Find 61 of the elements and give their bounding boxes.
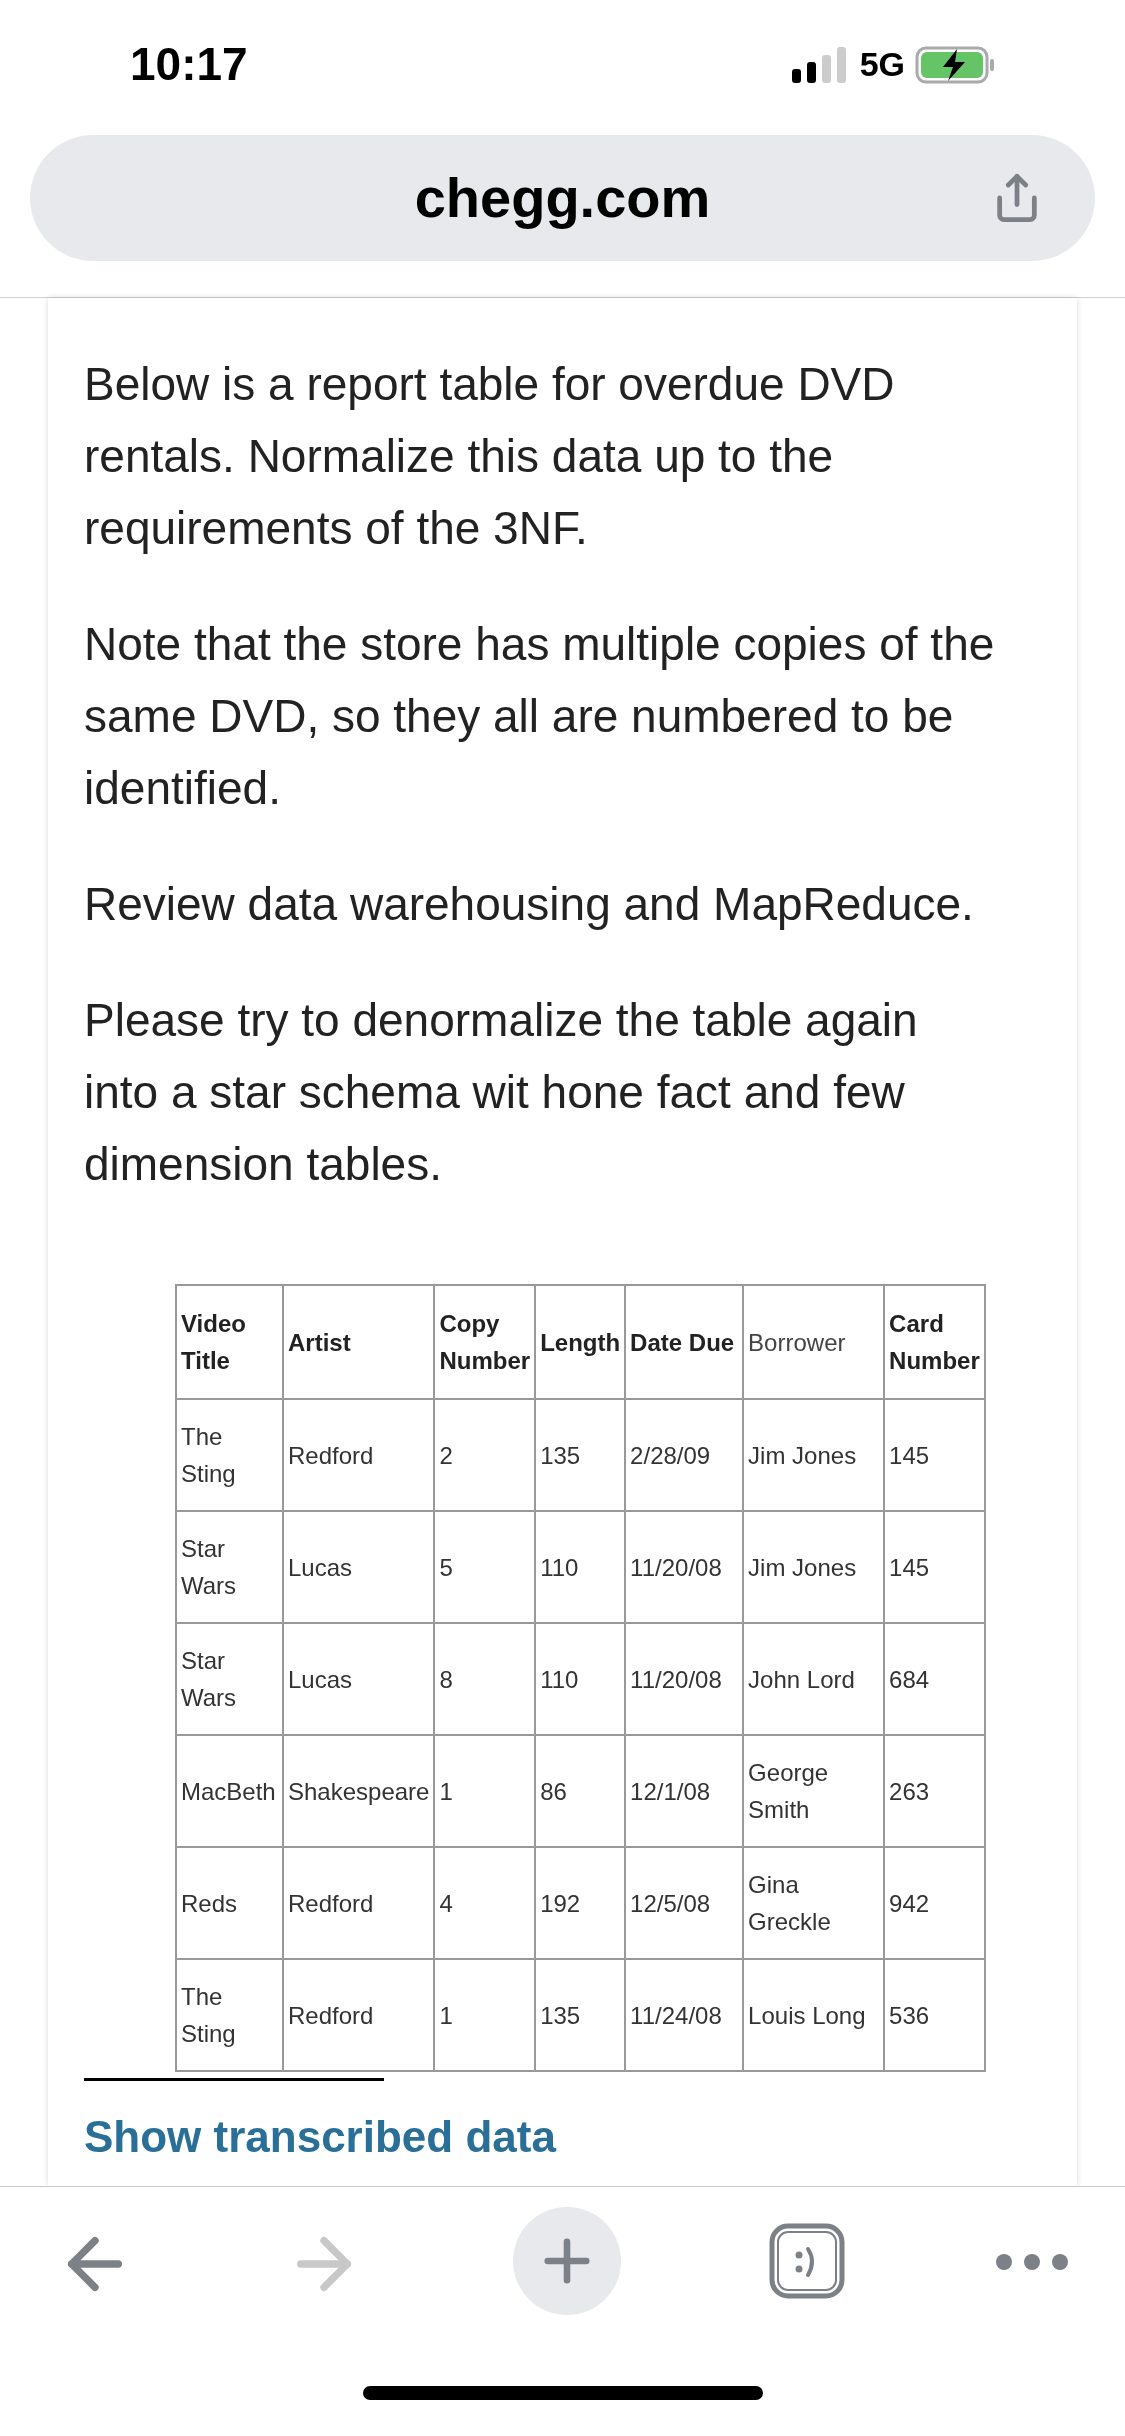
- table-cell: 684: [884, 1623, 985, 1735]
- table-cell: 942: [884, 1847, 985, 1959]
- column-header: Borrower: [743, 1285, 885, 1399]
- column-header: Date Due: [625, 1285, 744, 1399]
- question-paragraph: Below is a report table for overdue DVD rentals. Normalize this data up to the requirements of the 3NF.: [84, 357, 896, 556]
- table-cell: 135: [535, 1959, 626, 2071]
- column-header: Copy Number: [434, 1285, 536, 1399]
- question-paragraph: Please try to denormalize the table again into a star schema wit hone fact and few dimension tables.: [84, 993, 919, 1192]
- table-cell: 145: [884, 1399, 985, 1511]
- more-icon[interactable]: [994, 2252, 1070, 2272]
- table-cell: 4: [434, 1847, 536, 1959]
- table-cell: Redford: [283, 1959, 435, 2071]
- table-cell: Redford: [283, 1847, 435, 1959]
- table-cell: 110: [535, 1511, 626, 1623]
- table-cell: Star Wars: [176, 1623, 283, 1735]
- table-cell: The Sting: [176, 1399, 283, 1511]
- table-cell: 8: [434, 1623, 536, 1735]
- table-cell: John Lord: [743, 1623, 885, 1735]
- table-cell: Jim Jones: [743, 1511, 885, 1623]
- table-cell: 110: [535, 1623, 626, 1735]
- table-cell: Lucas: [283, 1623, 435, 1735]
- table-cell: 11/24/08: [625, 1959, 744, 2071]
- column-header: Length: [535, 1285, 626, 1399]
- question-paragraph: Note that the store has multiple copies of the same DVD, so they all are numbered to be identified.: [84, 617, 996, 816]
- table-cell: 11/20/08: [625, 1511, 744, 1623]
- table-cell: Gina Greckle: [743, 1847, 885, 1959]
- table-cell: Redford: [283, 1399, 435, 1511]
- table-cell: Lucas: [283, 1511, 435, 1623]
- table-cell: 86: [535, 1735, 626, 1847]
- address-bar[interactable]: chegg.com: [30, 135, 1095, 261]
- table-cell: 1: [434, 1735, 536, 1847]
- table-cell: MacBeth: [176, 1735, 283, 1847]
- table-cell: 145: [884, 1511, 985, 1623]
- network-label: 5G: [859, 44, 905, 85]
- show-transcribed-link[interactable]: Show transcribed data: [84, 2111, 556, 2163]
- table-cell: 2: [434, 1399, 536, 1511]
- column-header: Artist: [283, 1285, 435, 1399]
- table-cell: 192: [535, 1847, 626, 1959]
- table-cell: The Sting: [176, 1959, 283, 2071]
- clock-time: 10:17: [130, 37, 248, 92]
- column-header: Card Number: [884, 1285, 985, 1399]
- table-cell: 12/1/08: [625, 1735, 744, 1847]
- table-cell: 2/28/09: [625, 1399, 744, 1511]
- table-cell: Shakespeare: [283, 1735, 435, 1847]
- table-cell: 5: [434, 1511, 536, 1623]
- table-cell: Reds: [176, 1847, 283, 1959]
- battery-charging-icon: [915, 45, 995, 84]
- table-cell: 536: [884, 1959, 985, 2071]
- url-text: chegg.com: [414, 165, 711, 231]
- table-cell: Star Wars: [176, 1511, 283, 1623]
- column-header: Video Title: [176, 1285, 283, 1399]
- table-cell: 12/5/08: [625, 1847, 744, 1959]
- table-cell: 1: [434, 1959, 536, 2071]
- table-cell: Jim Jones: [743, 1399, 885, 1511]
- table-cell: George Smith: [743, 1735, 885, 1847]
- table-cell: Louis Long: [743, 1959, 885, 2071]
- table-cell: 263: [884, 1735, 985, 1847]
- table-cell: 11/20/08: [625, 1623, 744, 1735]
- question-paragraph: Review data warehousing and MapReduce.: [84, 877, 975, 932]
- tabs-icon[interactable]: [769, 2223, 846, 2299]
- table-cell: 135: [535, 1399, 626, 1511]
